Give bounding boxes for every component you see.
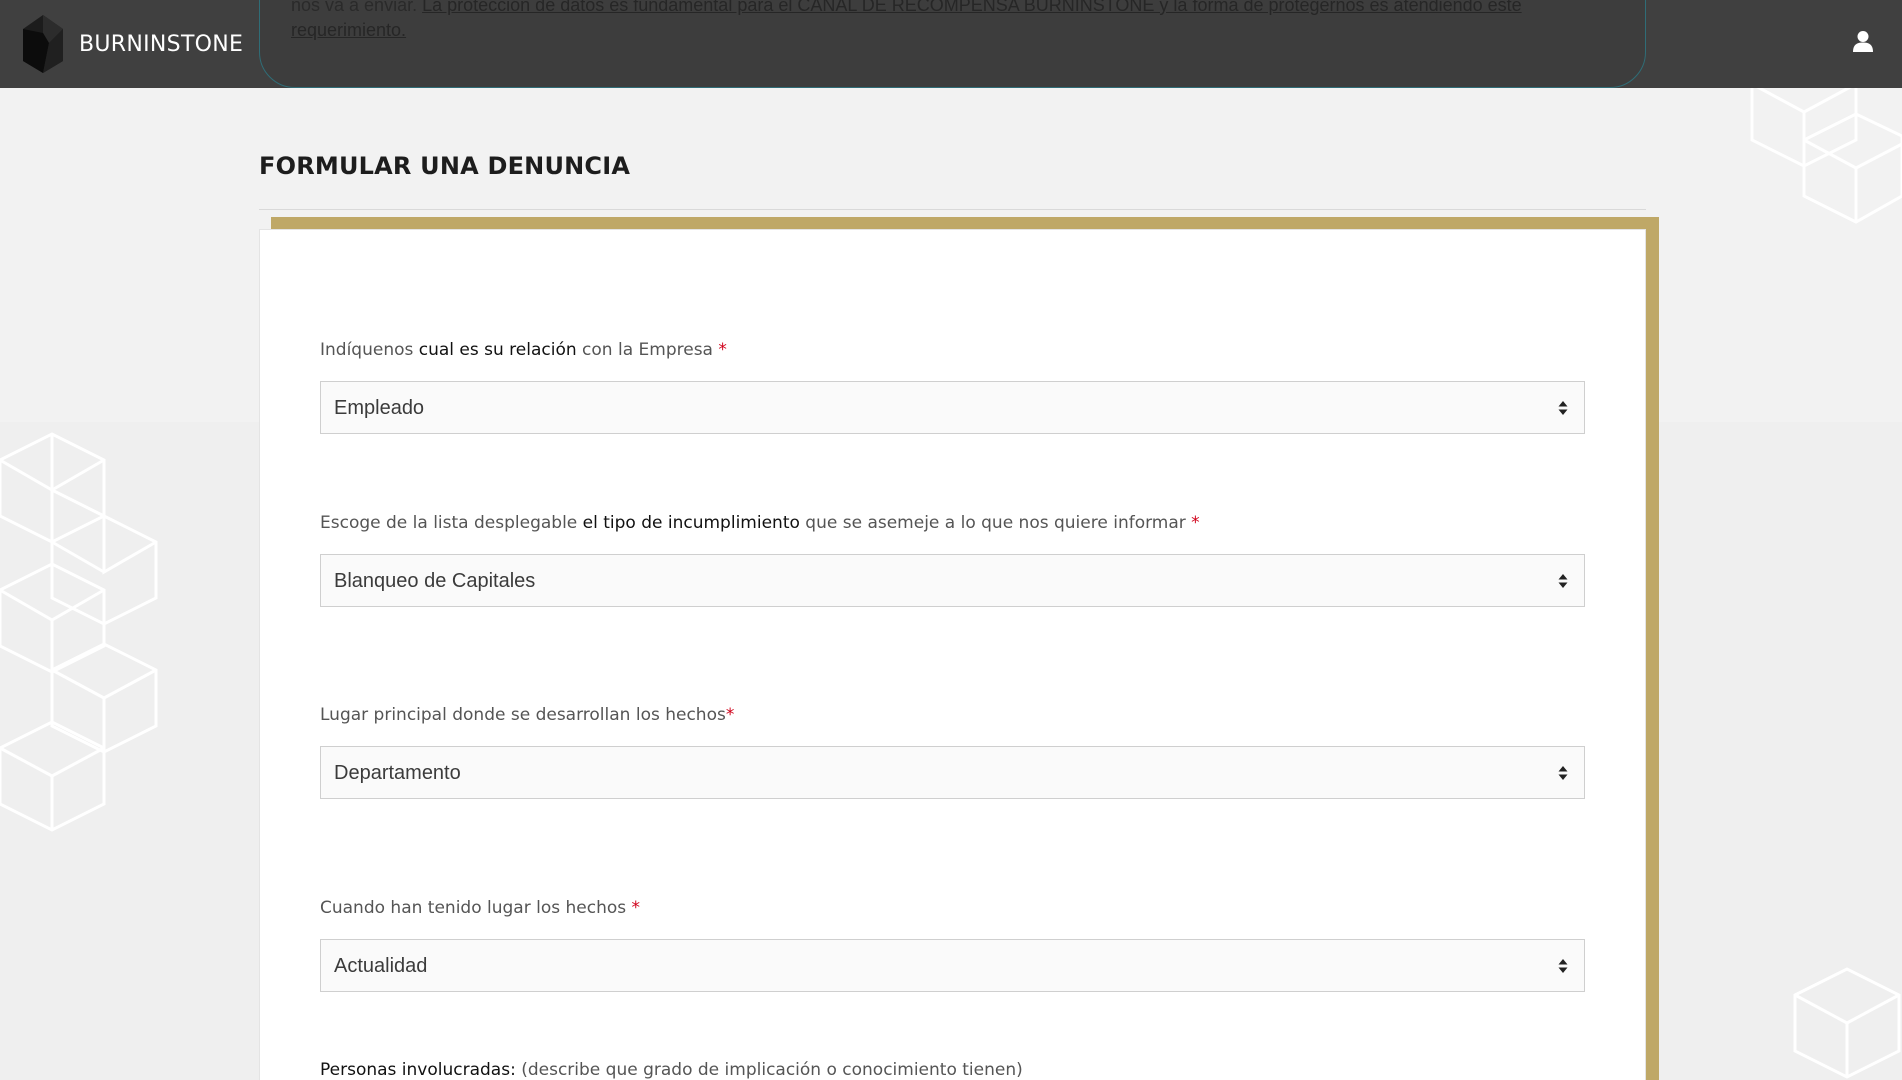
page-title: FORMULAR UNA DENUNCIA	[259, 152, 631, 180]
location-select[interactable]: Departamento	[320, 746, 1585, 799]
breach-type-label: Escoge de la lista desplegable el tipo d…	[320, 513, 1200, 533]
relation-select[interactable]: Empleado	[320, 381, 1585, 434]
people-involved-label-emphasis: Personas involucradas:	[320, 1060, 516, 1080]
required-marker: *	[1191, 513, 1200, 533]
select-arrows-icon	[1558, 766, 1568, 780]
when-select[interactable]: Actualidad	[320, 939, 1585, 992]
burninstone-logo-icon	[23, 15, 63, 73]
relation-label: Indíquenos cual es su relación con la Em…	[320, 340, 727, 360]
select-arrows-icon	[1558, 959, 1568, 973]
select-arrows-icon	[1558, 401, 1568, 415]
privacy-notice-prefix: nos va a enviar.	[291, 0, 418, 15]
when-label: Cuando han tenido lugar los hechos *	[320, 898, 641, 918]
relation-label-emphasis: cual es su relación	[418, 340, 577, 360]
people-involved-label: Personas involucradas: (describe que gra…	[320, 1060, 1023, 1080]
required-marker: *	[725, 705, 735, 725]
when-select-value: Actualidad	[334, 955, 428, 977]
select-arrows-icon	[1558, 574, 1568, 588]
privacy-notice-link[interactable]: La protección de datos es fundamental pa…	[291, 0, 1522, 40]
required-marker: *	[631, 898, 641, 918]
breach-type-select[interactable]: Blanqueo de Capitales	[320, 554, 1585, 607]
privacy-notice-text: nos va a enviar. La protección de datos …	[291, 0, 1621, 43]
user-icon	[1853, 31, 1873, 52]
top-header-bar: nos va a enviar. La protección de datos …	[0, 0, 1902, 88]
brand[interactable]: BURNINSTONE	[19, 13, 243, 75]
breach-type-label-emphasis: el tipo de incumplimiento	[582, 513, 800, 533]
breach-type-select-value: Blanqueo de Capitales	[334, 570, 536, 592]
required-marker: *	[718, 340, 727, 360]
location-label: Lugar principal donde se desarrollan los…	[320, 705, 735, 725]
brand-name: BURNINSTONE	[79, 31, 244, 57]
relation-select-value: Empleado	[334, 397, 425, 419]
title-divider	[259, 209, 1646, 210]
privacy-notice-banner: nos va a enviar. La protección de datos …	[259, 0, 1646, 88]
user-account-button[interactable]	[1852, 30, 1874, 54]
location-select-value: Departamento	[334, 762, 461, 784]
